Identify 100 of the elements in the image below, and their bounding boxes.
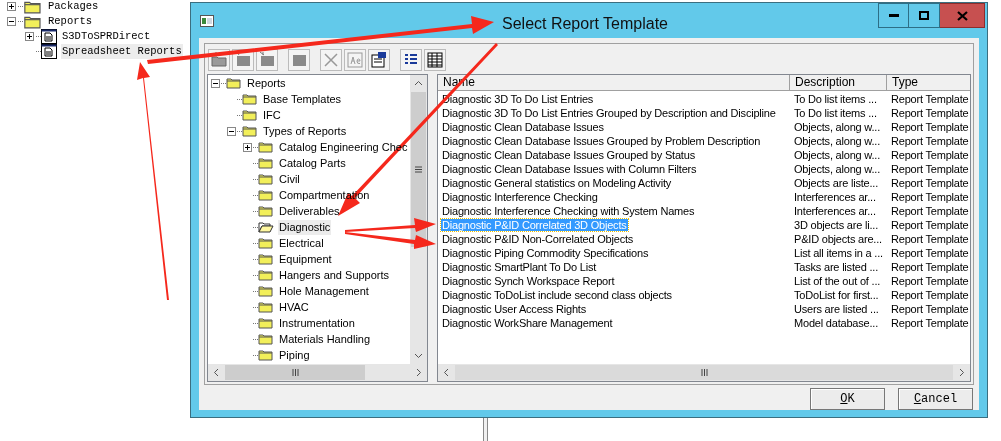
horizontal-scrollbar[interactable] <box>438 364 970 381</box>
table-cell: Report Template <box>890 191 970 203</box>
rename-icon[interactable] <box>346 51 364 69</box>
tree-item[interactable]: S3DToSPRDirect <box>61 28 152 45</box>
table-cell[interactable]: Diagnostic Interference Checking <box>441 191 599 203</box>
table-cell[interactable]: Diagnostic Synch Workspace Report <box>441 275 616 287</box>
tree-item[interactable]: Reports <box>47 13 94 30</box>
maximize-icon <box>919 11 929 20</box>
table-cell[interactable]: Diagnostic Interference Checking with System Names <box>441 205 696 217</box>
expand-icon[interactable] <box>243 142 252 152</box>
table-cell: Objects, along w... <box>793 135 882 147</box>
tree-item[interactable]: Types of Reports <box>262 123 348 139</box>
delete-icon[interactable] <box>322 51 340 69</box>
grip-icon <box>291 369 299 376</box>
table-cell[interactable]: Diagnostic Clean Database Issues Grouped by Problem Description <box>441 135 762 147</box>
table-cell: Report Template <box>890 149 970 161</box>
tree-item[interactable]: Catalog Parts <box>278 155 347 171</box>
close-icon <box>956 10 968 21</box>
minimize-icon <box>888 14 899 17</box>
tree-item[interactable]: Diagnostic <box>278 219 332 235</box>
tree-item[interactable]: Materials Handling <box>278 331 372 347</box>
table-cell[interactable]: Diagnostic WorkShare Management <box>441 317 614 329</box>
tree-item[interactable]: Deliverables <box>278 203 341 219</box>
tree-item[interactable]: IFC <box>262 107 282 123</box>
table-cell[interactable]: Diagnostic User Access Rights <box>441 303 587 315</box>
table-cell: Report Template <box>890 233 970 245</box>
close-button[interactable] <box>940 3 985 28</box>
folder-icon <box>258 237 274 249</box>
table-cell: Report Template <box>890 107 970 119</box>
folder-icon <box>226 77 242 89</box>
table-cell: Report Template <box>890 303 970 315</box>
table-cell: Report Template <box>890 205 970 217</box>
table-cell: Tasks are listed ... <box>793 261 880 273</box>
folder-icon <box>258 317 274 329</box>
folder-icon <box>258 189 274 201</box>
table-cell: Report Template <box>890 163 970 175</box>
table-cell[interactable]: Diagnostic Piping Commodity Specifications <box>441 247 650 259</box>
table-cell: Interferences ar... <box>793 205 877 217</box>
tree-item[interactable]: Hole Management <box>278 283 370 299</box>
table-cell[interactable]: Diagnostic ToDoList include second class objects <box>441 289 673 301</box>
open-folder-icon <box>258 221 274 233</box>
folder-icon <box>258 301 274 313</box>
folder-icon <box>242 109 258 121</box>
table-cell[interactable]: Diagnostic 3D To Do List Entries Grouped by Description and Discipline <box>441 107 777 119</box>
tree-item[interactable]: Spreadsheet Reports <box>61 43 183 60</box>
collapse-icon[interactable] <box>6 17 16 26</box>
expand-icon[interactable] <box>6 2 16 11</box>
properties-icon[interactable] <box>370 51 388 69</box>
minimize-button[interactable] <box>878 3 909 28</box>
scroll-thumb[interactable] <box>455 365 953 380</box>
tree-item[interactable]: HVAC <box>278 299 310 315</box>
table-cell[interactable]: Diagnostic Clean Database Issues <box>441 121 605 133</box>
table-cell: Report Template <box>890 177 970 189</box>
table-cell: To Do list items ... <box>793 107 878 119</box>
column-header[interactable]: Description <box>790 75 887 90</box>
folder-icon <box>258 253 274 265</box>
new-item-icon[interactable] <box>234 51 252 69</box>
table-cell: Report Template <box>890 261 970 273</box>
table-cell[interactable]: Diagnostic P&ID Non-Correlated Objects <box>441 233 635 245</box>
table-cell: Objects, along w... <box>793 149 882 161</box>
tree-item[interactable]: Hangers and Supports <box>278 267 391 283</box>
expand-icon[interactable] <box>24 32 34 41</box>
table-cell: Report Template <box>890 275 970 287</box>
folder-icon <box>258 205 274 217</box>
tree-item[interactable]: Piping <box>278 347 311 363</box>
folder-icon <box>258 141 274 153</box>
folder-icon <box>258 349 274 361</box>
table-cell: Objects, along w... <box>793 163 882 175</box>
table-cell[interactable]: Diagnostic Clean Database Issues with Column Filters <box>441 163 698 175</box>
table-cell[interactable]: Diagnostic General statistics on Modeling Activity <box>441 177 673 189</box>
folder-icon <box>23 0 43 14</box>
tree-item[interactable]: Reports <box>246 75 287 91</box>
dialog-button[interactable]: OK <box>810 388 885 410</box>
collapse-icon[interactable] <box>227 126 236 136</box>
horizontal-scrollbar[interactable] <box>208 364 427 381</box>
folder-icon <box>242 93 258 105</box>
table-cell: List all items in a ... <box>793 247 884 259</box>
details-view-icon[interactable] <box>426 51 444 69</box>
tree-item[interactable]: Base Templates <box>262 91 343 107</box>
tree-item[interactable]: Instrumentation <box>278 315 356 331</box>
column-header[interactable]: Type <box>887 75 970 90</box>
scroll-thumb[interactable] <box>225 365 365 380</box>
table-cell: Users are listed ... <box>793 303 880 315</box>
grip-icon <box>415 166 422 173</box>
tree-item[interactable]: Civil <box>278 171 301 187</box>
table-cell: Objects, along w... <box>793 121 882 133</box>
tree-item[interactable]: Packages <box>47 0 100 15</box>
table-cell[interactable]: Diagnostic SmartPlant To Do List <box>441 261 598 273</box>
tree-item[interactable]: Equipment <box>278 251 333 267</box>
folder-icon <box>242 125 258 137</box>
tree-item[interactable]: Electrical <box>278 235 325 251</box>
collapse-icon[interactable] <box>211 78 220 88</box>
table-cell: Report Template <box>890 247 970 259</box>
table-cell[interactable]: Diagnostic Clean Database Issues Grouped by Status <box>441 149 696 161</box>
vertical-scrollbar[interactable] <box>410 75 427 364</box>
new-item-icon[interactable] <box>258 51 276 69</box>
splitter-bar[interactable] <box>483 418 488 441</box>
report-icon <box>41 44 57 59</box>
table-cell: Objects are liste... <box>793 177 880 189</box>
dialog-button[interactable]: Cancel <box>898 388 973 410</box>
